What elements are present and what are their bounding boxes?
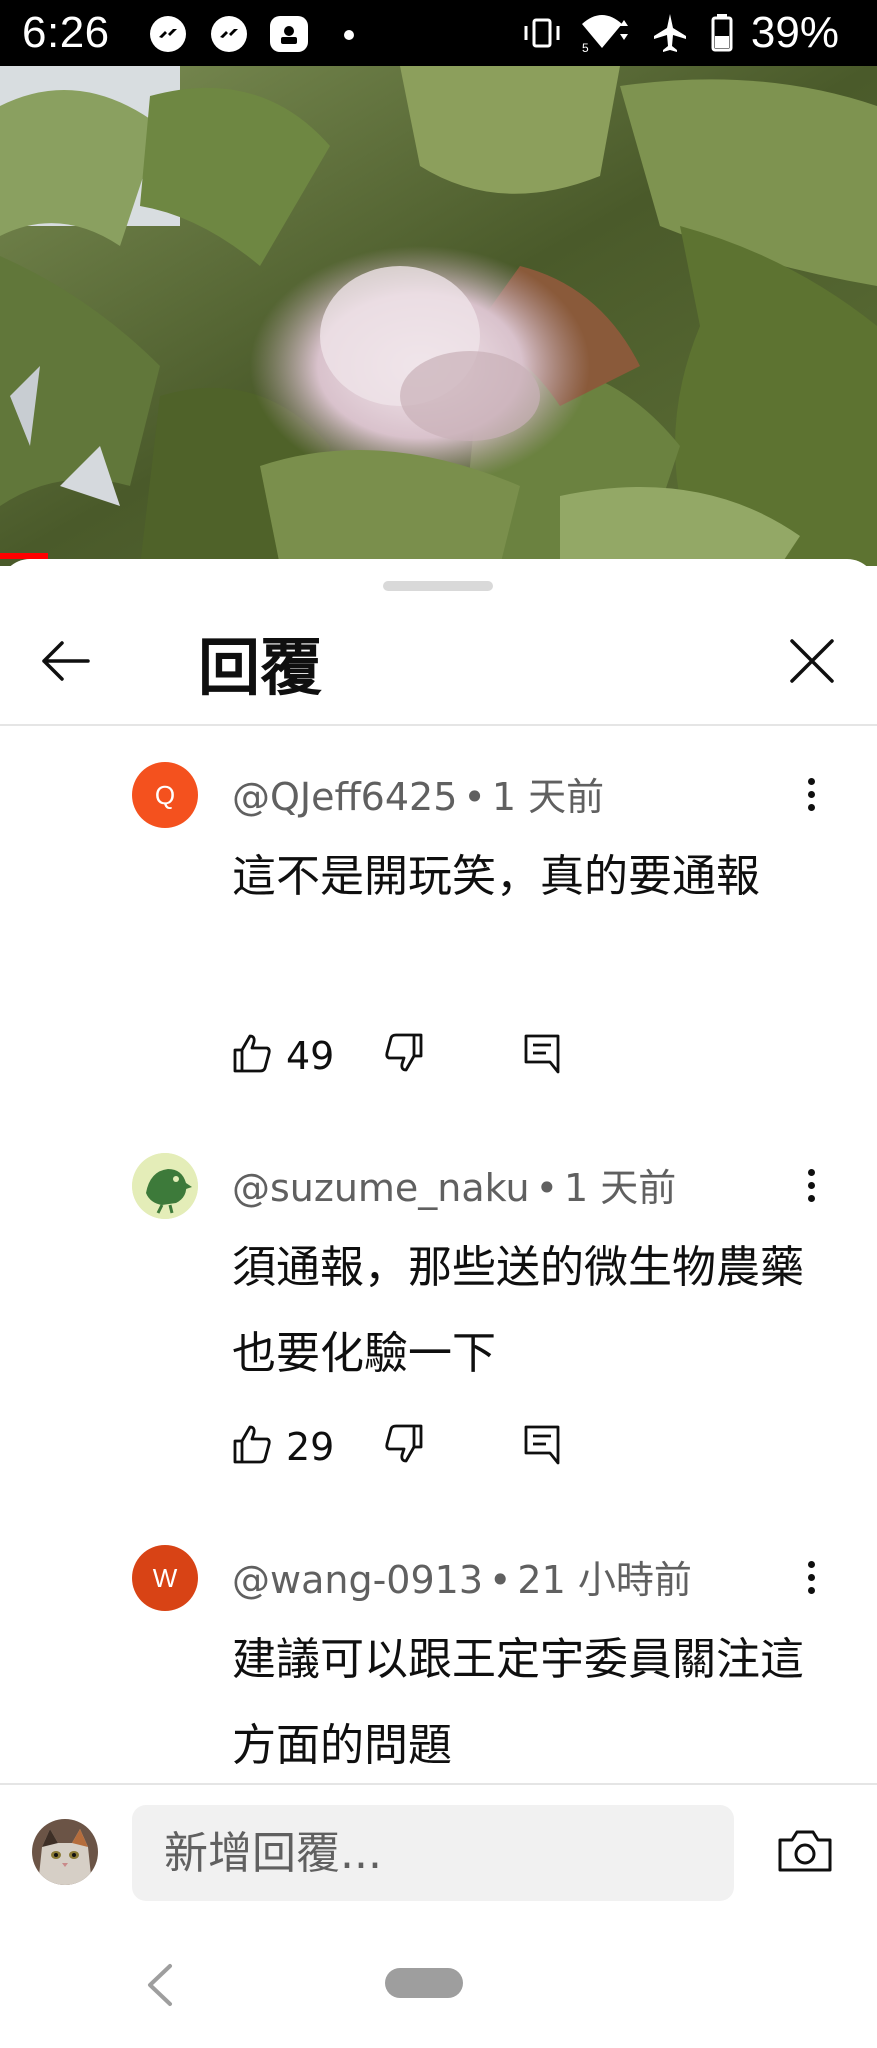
messenger-icon xyxy=(211,16,247,52)
nav-back-icon[interactable] xyxy=(140,1962,180,2008)
like-count: 49 xyxy=(286,1034,335,1078)
system-nav-bar xyxy=(0,1920,877,2048)
video-player[interactable] xyxy=(0,66,877,566)
comment-author[interactable]: @QJeff6425 xyxy=(232,775,457,819)
thumbs-up-icon[interactable] xyxy=(232,1423,272,1465)
thumbs-down-icon[interactable] xyxy=(384,1423,424,1465)
avatar[interactable]: Q xyxy=(132,762,198,828)
composer-divider xyxy=(0,1783,877,1785)
svg-text:5: 5 xyxy=(582,41,589,55)
more-options-icon[interactable] xyxy=(796,1557,826,1607)
app-notification-icon xyxy=(270,16,308,52)
video-frame xyxy=(0,66,877,566)
messenger-icon xyxy=(150,16,186,52)
thumbs-up-icon[interactable] xyxy=(232,1032,272,1074)
comment-actions: 29 xyxy=(232,1423,832,1473)
comment-author[interactable]: @suzume_naku xyxy=(232,1166,530,1210)
cat-avatar-icon xyxy=(32,1819,98,1885)
thumbs-down-icon[interactable] xyxy=(384,1032,424,1074)
comment-actions: 49 xyxy=(232,1032,832,1082)
vibrate-icon xyxy=(524,18,560,48)
close-icon[interactable] xyxy=(782,631,842,691)
comment-text: 建議可以跟王定宇委員關注這方面的問題 xyxy=(232,1634,804,1771)
reply-icon[interactable] xyxy=(522,1032,562,1076)
reply-icon[interactable] xyxy=(522,1423,562,1467)
comment-text: 這不是開玩笑，真的要通報 xyxy=(232,851,760,902)
comment-meta: @QJeff6425 • 1 天前 xyxy=(232,775,605,819)
status-time: 6:26 xyxy=(22,8,110,57)
airplane-icon xyxy=(654,14,686,52)
drag-handle[interactable] xyxy=(383,581,493,591)
more-notifications-dot xyxy=(344,30,354,40)
camera-icon[interactable] xyxy=(776,1826,834,1876)
comment-meta: @wang-0913 • 21 小時前 xyxy=(232,1558,692,1602)
user-avatar[interactable] xyxy=(32,1819,98,1885)
status-bar: 6:26 5 39% xyxy=(0,0,877,66)
battery-percent: 39% xyxy=(750,8,839,57)
comment-author[interactable]: @wang-0913 xyxy=(232,1558,483,1602)
wifi-icon: 5 xyxy=(582,15,628,55)
more-options-icon[interactable] xyxy=(796,1165,826,1215)
avatar[interactable] xyxy=(132,1153,198,1219)
arrow-left-icon[interactable] xyxy=(36,631,96,691)
panel-title: 回覆 xyxy=(198,631,323,704)
comment-time: 1 天前 xyxy=(564,1166,677,1210)
comment-time: 21 小時前 xyxy=(517,1558,692,1602)
avatar[interactable]: W xyxy=(132,1545,198,1611)
bird-avatar-icon xyxy=(132,1153,198,1219)
comment-time: 1 天前 xyxy=(491,775,605,819)
more-options-icon[interactable] xyxy=(796,774,826,824)
comment-item: W @wang-0913 • 21 小時前 建議可以跟王定宇委員關注這方面的問題 xyxy=(0,1545,877,1783)
nav-home-pill[interactable] xyxy=(385,1968,463,1998)
like-count: 29 xyxy=(286,1425,335,1469)
comment-text: 須通報，那些送的微生物農藥也要化驗一下 xyxy=(232,1242,804,1379)
header-divider xyxy=(0,724,877,726)
comment-meta: @suzume_naku • 1 天前 xyxy=(232,1166,677,1210)
reply-input[interactable] xyxy=(132,1805,734,1901)
battery-icon xyxy=(711,14,733,52)
